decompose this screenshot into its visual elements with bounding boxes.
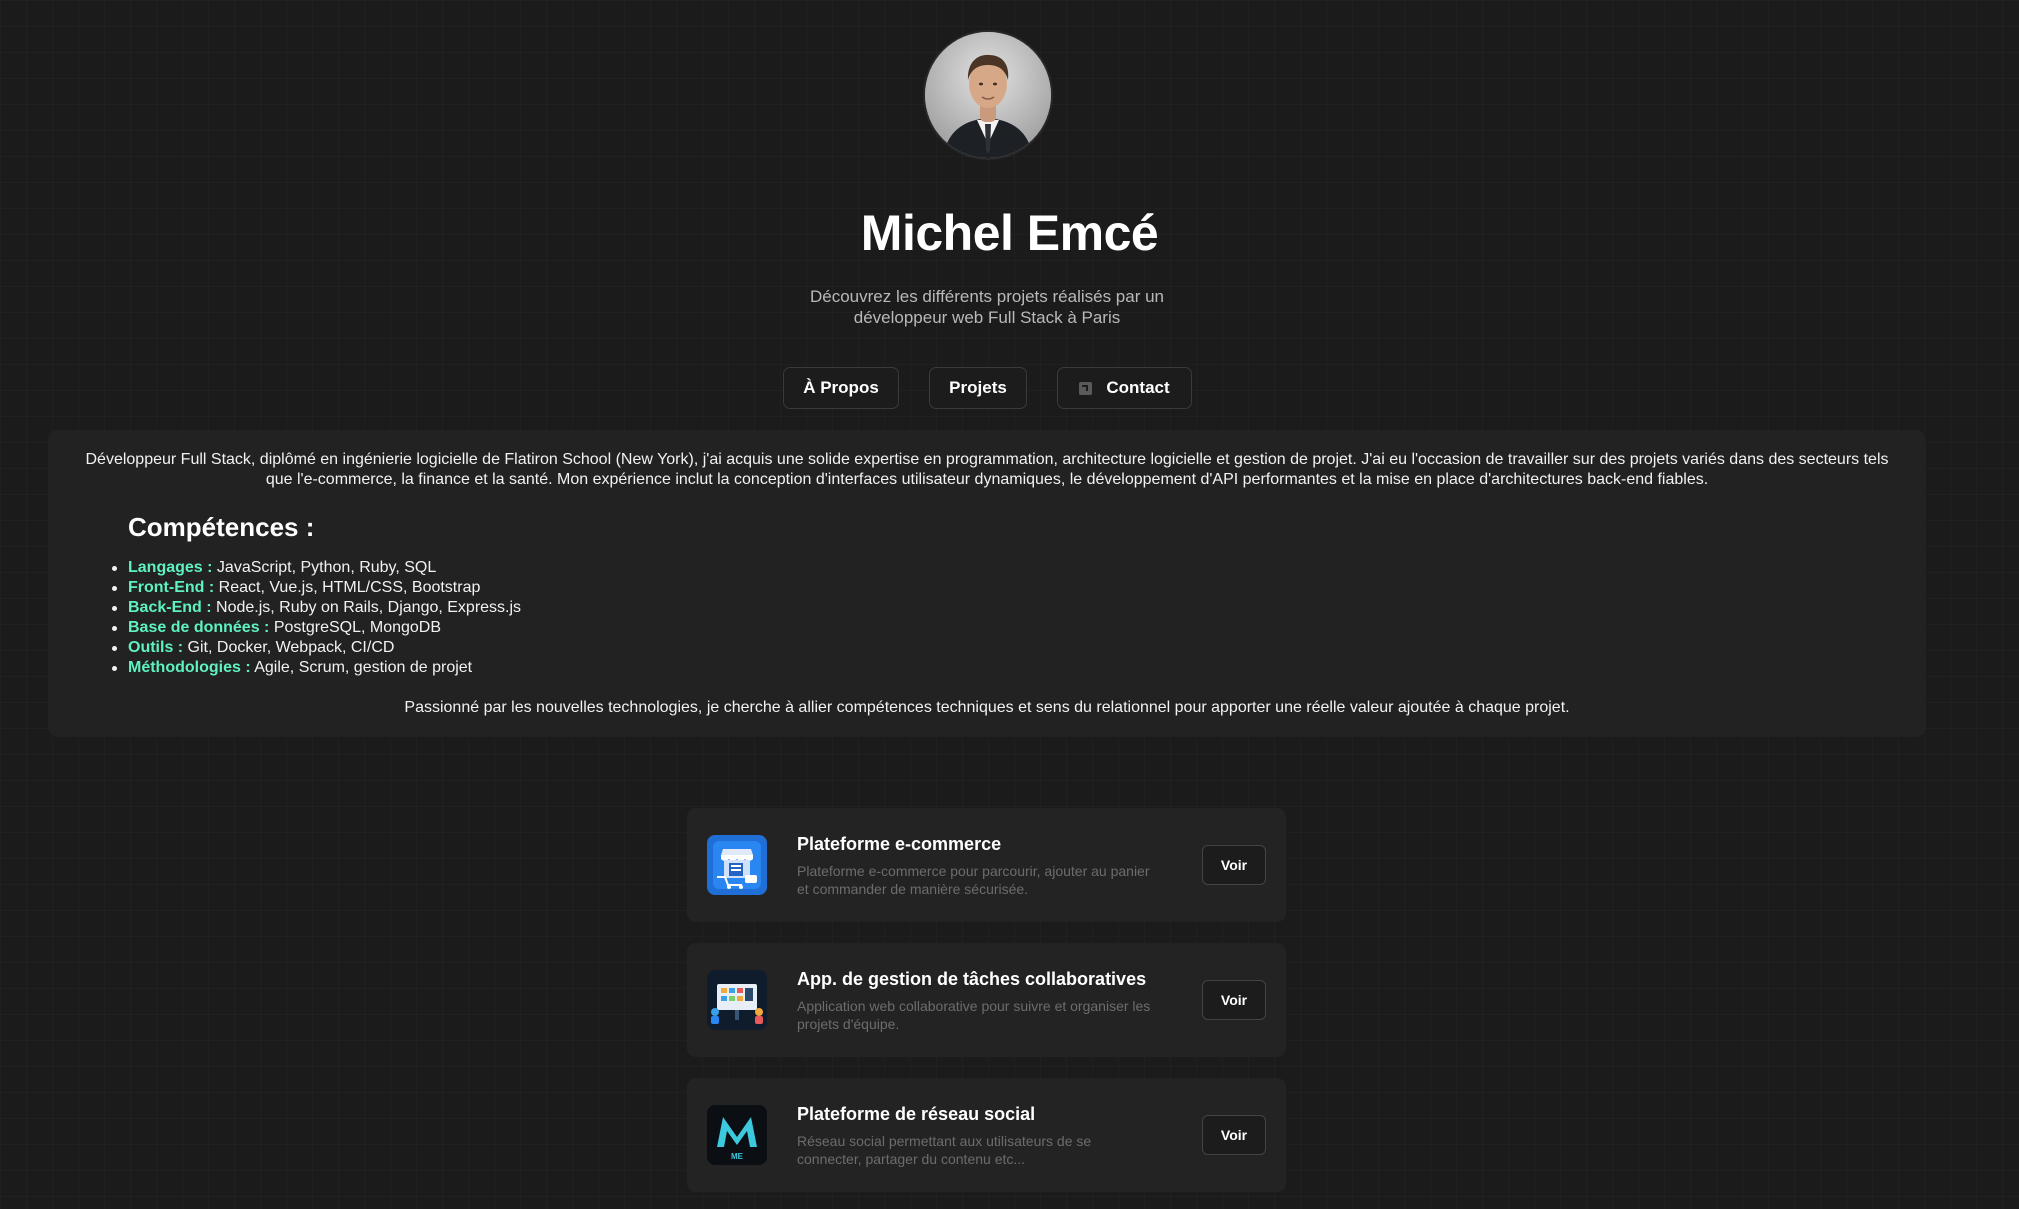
skill-key: Back-End : (128, 599, 212, 616)
view-project-button[interactable]: Voir (1202, 845, 1266, 885)
project-title: Plateforme de réseau social (797, 1104, 1036, 1124)
skill-key: Base de données : (128, 619, 270, 636)
skill-key: Front-End : (128, 579, 215, 596)
me-logo-text: ME (731, 1152, 744, 1161)
project-description: Réseau social permettant aux utilisateur… (797, 1133, 1092, 1167)
list-item: Méthodologies : Agile, Scrum, gestion de… (111, 658, 521, 678)
view-project-button[interactable]: Voir (1202, 1115, 1266, 1155)
skill-value: React, Vue.js, HTML/CSS, Bootstrap (214, 579, 481, 596)
task-board-icon (707, 970, 767, 1030)
about-button[interactable]: À Propos (783, 367, 899, 409)
list-item: Base de données : PostgreSQL, MongoDB (111, 618, 521, 638)
about-intro: Développeur Full Stack, diplômé en ingén… (85, 451, 1889, 488)
external-link-icon (1079, 381, 1093, 395)
project-title: Plateforme e-commerce (797, 834, 1002, 854)
view-project-button[interactable]: Voir (1202, 980, 1266, 1020)
projects-button-label: Projets (949, 378, 1007, 397)
skill-value: PostgreSQL, MongoDB (269, 619, 442, 636)
project-card-tasks: App. de gestion de tâches collaboratives… (687, 943, 1286, 1057)
skill-value: JavaScript, Python, Ruby, SQL (212, 559, 437, 576)
skill-key: Méthodologies : (128, 659, 251, 676)
project-description: Plateforme e-commerce pour parcourir, aj… (797, 863, 1150, 897)
page-title: Michel Emcé (860, 205, 1159, 261)
list-item: Outils : Git, Docker, Webpack, CI/CD (111, 638, 521, 658)
contact-button[interactable]: Contact (1057, 367, 1192, 409)
skill-key: Langages : (128, 559, 213, 576)
page-subtitle: Découvrez les différents projets réalisé… (809, 287, 1165, 327)
skill-key: Outils : (128, 639, 184, 656)
list-item: Langages : JavaScript, Python, Ruby, SQL (111, 558, 521, 578)
contact-button-label: Contact (1106, 378, 1170, 397)
skill-value: Agile, Scrum, gestion de projet (250, 659, 473, 676)
about-section: Développeur Full Stack, diplômé en ingén… (48, 430, 1926, 737)
avatar (925, 32, 1051, 158)
list-item: Front-End : React, Vue.js, HTML/CSS, Boo… (111, 578, 521, 598)
shop-storefront-icon (707, 835, 767, 895)
project-description: Application web collaborative pour suivr… (797, 998, 1151, 1032)
main-nav: À Propos Projets Contact (0, 367, 2019, 411)
skill-value: Node.js, Ruby on Rails, Django, Express.… (211, 599, 522, 616)
skills-title: Compétences : (128, 512, 315, 542)
project-card-social: ME Plateforme de réseau social Réseau so… (687, 1078, 1286, 1192)
projects-button[interactable]: Projets (929, 367, 1027, 409)
person-portrait-icon (925, 32, 1051, 158)
about-button-label: À Propos (803, 378, 879, 397)
me-logo-icon: ME (707, 1105, 767, 1165)
about-outro: Passionné par les nouvelles technologies… (404, 699, 1570, 716)
list-item: Back-End : Node.js, Ruby on Rails, Djang… (111, 598, 522, 618)
skill-value: Git, Docker, Webpack, CI/CD (183, 639, 395, 656)
project-card-ecommerce: Plateforme e-commerce Plateforme e-comme… (687, 808, 1286, 922)
project-title: App. de gestion de tâches collaboratives (797, 969, 1147, 989)
skills-list: Langages : JavaScript, Python, Ruby, SQL… (111, 558, 522, 678)
